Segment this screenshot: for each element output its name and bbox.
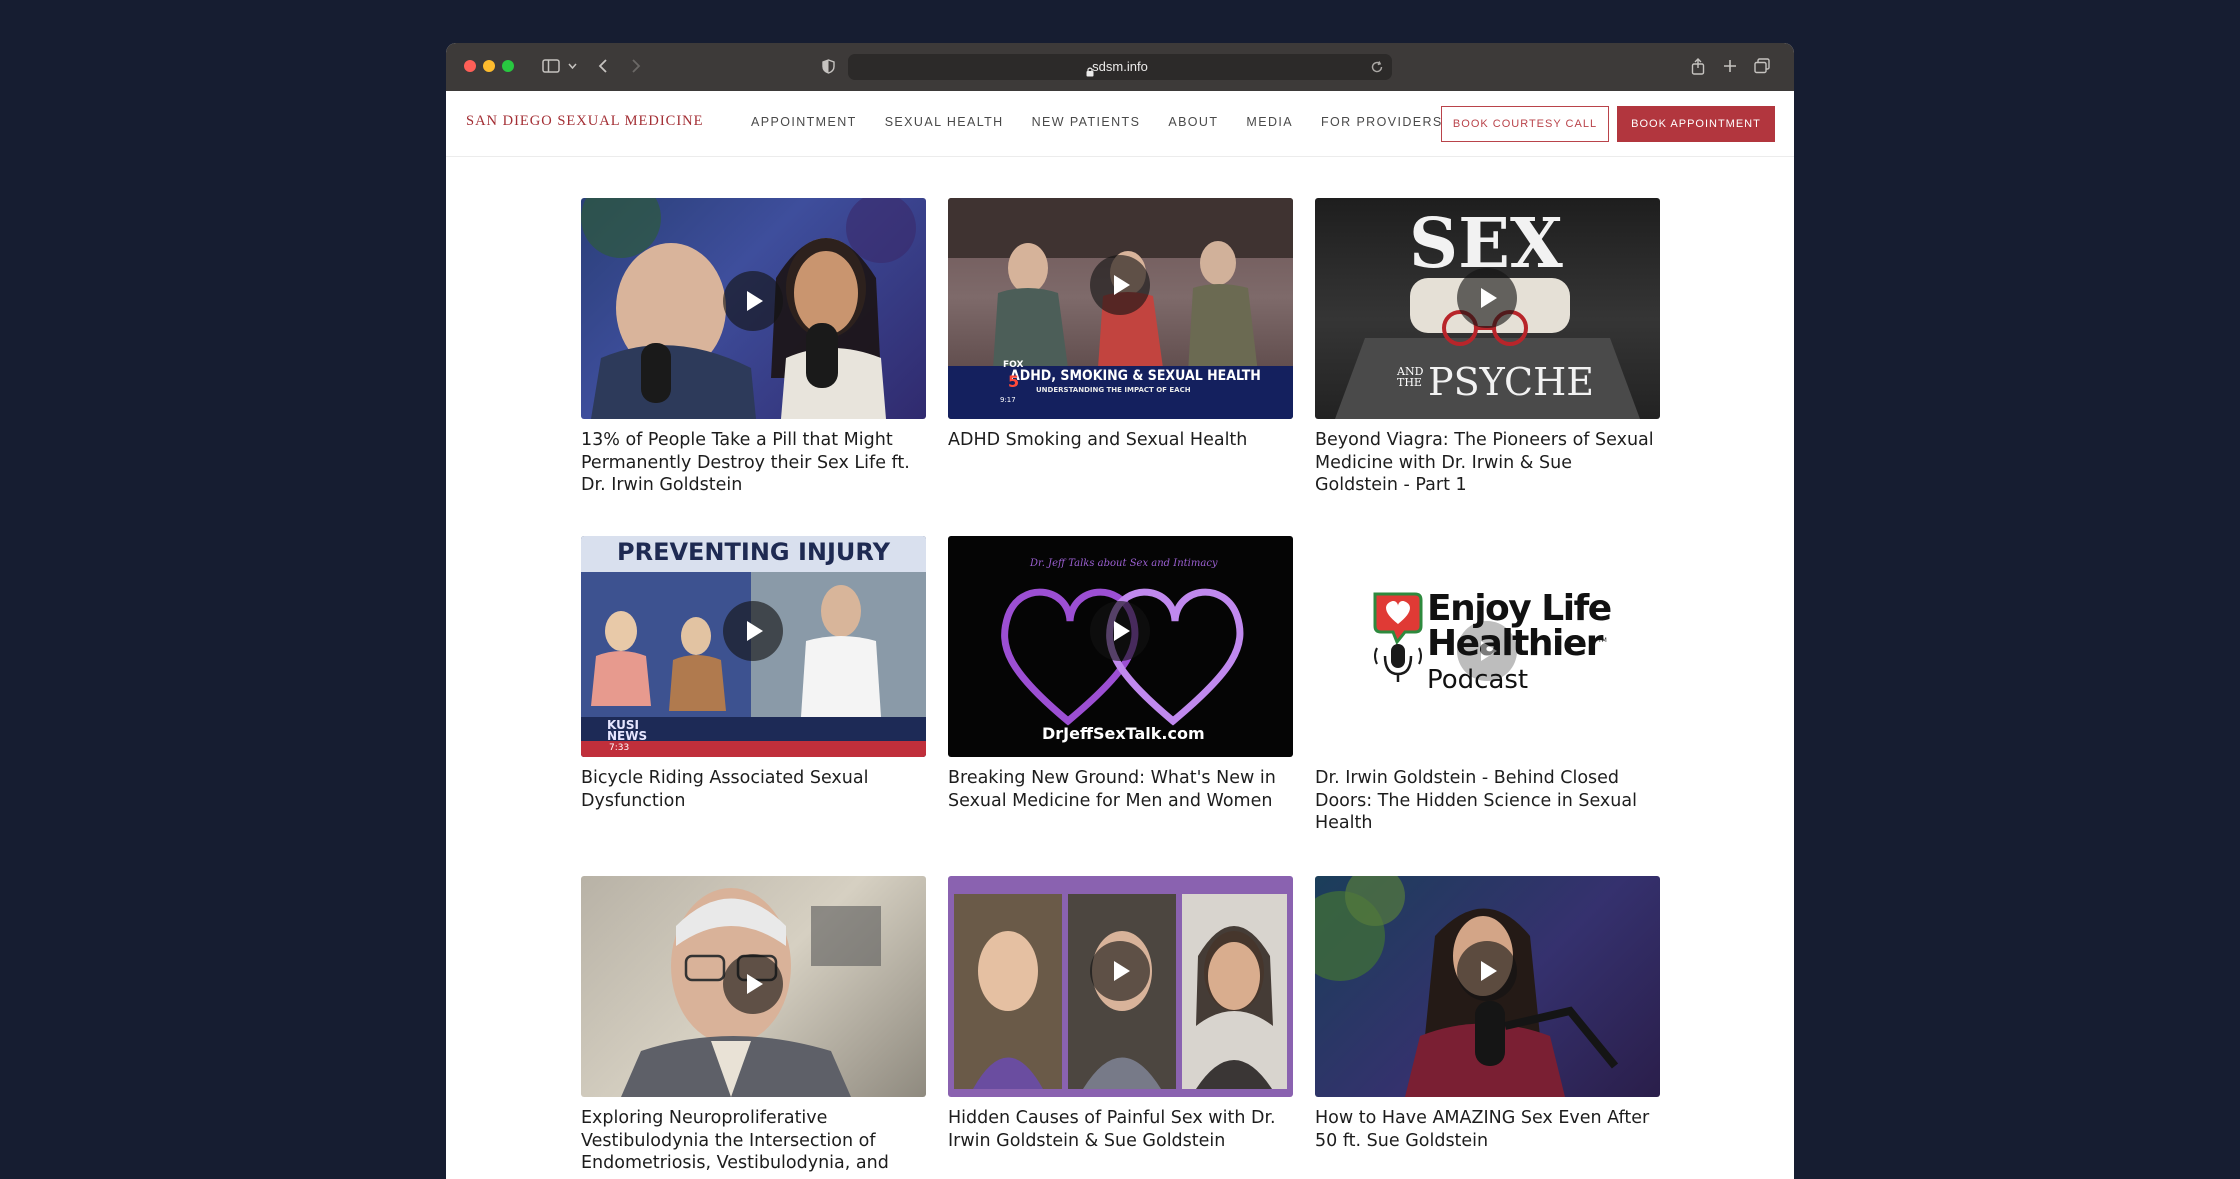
video-thumbnail[interactable]: Enjoy Life Healthier Podcast TM: [1315, 536, 1660, 757]
video-thumbnail[interactable]: PREVENTING INJURY KUSI NEWS 7:33: [581, 536, 926, 757]
thumbnail-subheadline: UNDERSTANDING THE IMPACT OF EACH: [1036, 386, 1191, 394]
thumbnail-headline: PREVENTING INJURY: [617, 538, 890, 566]
play-icon[interactable]: [723, 601, 783, 661]
thumbnail-tagline: Dr. Jeff Talks about Sex and Intimacy: [1030, 558, 1218, 569]
play-icon[interactable]: [1457, 268, 1517, 328]
thumbnail-headline: ADHD, SMOKING & SEXUAL HEALTH: [1010, 368, 1261, 384]
thumbnail-subtitle: PSYCHE: [1428, 360, 1594, 404]
menu-new-patients[interactable]: NEW PATIENTS: [1032, 115, 1141, 129]
browser-toolbar: sdsm.info: [446, 43, 1794, 91]
video-thumbnail[interactable]: [1315, 876, 1660, 1097]
reload-icon[interactable]: [1370, 59, 1384, 78]
menu-for-providers[interactable]: FOR PROVIDERS: [1321, 115, 1443, 129]
privacy-shield-icon[interactable]: [816, 53, 840, 79]
play-icon[interactable]: [1090, 601, 1150, 661]
back-icon[interactable]: [591, 53, 615, 79]
new-tab-icon[interactable]: [1718, 53, 1742, 79]
broadcast-time: 7:33: [609, 743, 630, 753]
play-icon[interactable]: [1457, 621, 1517, 681]
video-thumbnail[interactable]: [581, 198, 926, 419]
chevron-down-icon[interactable]: [565, 53, 579, 79]
video-title[interactable]: Exploring Neuroproliferative Vestibulody…: [581, 1107, 926, 1175]
main-menu: APPOINTMENT SEXUAL HEALTH NEW PATIENTS A…: [751, 115, 1471, 129]
video-thumbnail[interactable]: Dr. Jeff Talks about Sex and Intimacy Dr…: [948, 536, 1293, 757]
channel-logo: FOX: [1003, 360, 1024, 370]
thumbnail-connector: AND THE: [1397, 365, 1424, 389]
channel-logo: KUSI NEWS: [607, 718, 648, 743]
video-thumbnail[interactable]: SEX AND THE PSYCHE: [1315, 198, 1660, 419]
video-title[interactable]: Bicycle Riding Associated Sexual Dysfunc…: [581, 767, 926, 812]
broadcast-time: 9:17: [1000, 396, 1016, 404]
video-thumbnail[interactable]: [948, 876, 1293, 1097]
play-icon[interactable]: [723, 271, 783, 331]
tab-overview-icon[interactable]: [1750, 53, 1774, 79]
site-header: SAN DIEGO SEXUAL MEDICINE APPOINTMENT SE…: [446, 91, 1794, 157]
play-icon[interactable]: [1090, 255, 1150, 315]
video-thumbnail[interactable]: [581, 876, 926, 1097]
channel-number: 5: [1008, 372, 1020, 391]
browser-window: sdsm.info SAN DIEGO SEXUAL MEDICINE APPO…: [446, 43, 1794, 1179]
forward-icon[interactable]: [624, 53, 648, 79]
video-title[interactable]: Breaking New Ground: What's New in Sexua…: [948, 767, 1293, 812]
zoom-window-button[interactable]: [502, 60, 514, 72]
share-icon[interactable]: [1686, 53, 1710, 79]
play-icon[interactable]: [1090, 941, 1150, 1001]
trademark-mark: TM: [1598, 637, 1607, 644]
video-title[interactable]: Beyond Viagra: The Pioneers of Sexual Me…: [1315, 429, 1660, 497]
address-url[interactable]: sdsm.info: [848, 54, 1392, 80]
video-title[interactable]: Hidden Causes of Painful Sex with Dr. Ir…: [948, 1107, 1293, 1152]
close-window-button[interactable]: [464, 60, 476, 72]
thumbnail-website: DrJeffSexTalk.com: [1042, 724, 1205, 743]
play-icon[interactable]: [1457, 941, 1517, 1001]
video-title[interactable]: ADHD Smoking and Sexual Health: [948, 429, 1293, 452]
address-bar[interactable]: sdsm.info: [848, 54, 1392, 80]
minimize-window-button[interactable]: [483, 60, 495, 72]
video-thumbnail[interactable]: ADHD, SMOKING & SEXUAL HEALTH UNDERSTAND…: [948, 198, 1293, 419]
lock-icon: [1086, 62, 1094, 81]
book-appointment-button[interactable]: BOOK APPOINTMENT: [1617, 106, 1775, 142]
video-title[interactable]: Dr. Irwin Goldstein - Behind Closed Door…: [1315, 767, 1660, 835]
sidebar-icon[interactable]: [536, 53, 566, 79]
menu-media[interactable]: MEDIA: [1246, 115, 1293, 129]
play-icon[interactable]: [723, 954, 783, 1014]
video-title[interactable]: 13% of People Take a Pill that Might Per…: [581, 429, 926, 497]
menu-appointment[interactable]: APPOINTMENT: [751, 115, 857, 129]
site-logo[interactable]: SAN DIEGO SEXUAL MEDICINE: [466, 113, 704, 130]
menu-sexual-health[interactable]: SEXUAL HEALTH: [885, 115, 1004, 129]
video-title[interactable]: How to Have AMAZING Sex Even After 50 ft…: [1315, 1107, 1660, 1152]
menu-about[interactable]: ABOUT: [1168, 115, 1218, 129]
book-courtesy-call-button[interactable]: BOOK COURTESY CALL: [1441, 106, 1609, 142]
